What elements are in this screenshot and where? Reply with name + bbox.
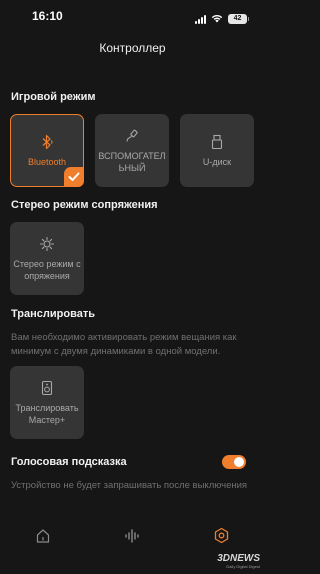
status-icons: 42 [195,10,249,28]
speaker-icon [38,379,56,397]
cellular-signal-icon [195,14,206,24]
stereo-pairing-button[interactable]: Стерео режим сопряжения [10,222,84,295]
bluetooth-icon [38,133,56,151]
usb-disk-icon [208,133,226,151]
watermark-logo: 3DNEWS Daily Digital Digest [217,553,260,569]
game-mode-option-label: U-диск [202,157,232,167]
voice-prompt-description: Устройство не будет запрашивать после вы… [11,480,248,491]
game-mode-option-bluetooth[interactable]: Bluetooth [10,114,84,187]
tab-controller[interactable] [211,527,231,549]
broadcast-description: Вам необходимо активировать режим вещани… [11,332,237,357]
game-mode-option-aux[interactable]: ВСПОМОГАТЕЛЬНЫЙ [95,114,169,187]
game-mode-option-label: Bluetooth [27,157,67,167]
broadcast-master-label: Транслировать Мастер+ [15,403,79,425]
game-mode-heading: Игровой режим [11,91,96,103]
wifi-icon [211,10,223,28]
status-bar: 16:10 42 [0,0,265,32]
game-mode-option-label: ВСПОМОГАТЕЛЬНЫЙ [98,151,166,173]
tab-home[interactable] [33,528,53,548]
stereo-pairing-label: Стерео режим сопряжения [13,259,81,281]
broadcast-master-button[interactable]: Транслировать Мастер+ [10,366,84,439]
voice-prompt-heading: Голосовая подсказка [11,456,127,468]
selected-check-icon [64,167,84,187]
watermark-logo-text: 3DNEWS [217,553,260,564]
tab-equalizer[interactable] [122,528,142,548]
status-time: 16:10 [32,9,63,23]
toggle-knob [234,457,244,467]
sound-wave-icon [124,528,140,549]
cable-icon [123,127,141,145]
game-mode-option-usb-disk[interactable]: U-диск [180,114,254,187]
battery-icon: 42 [228,14,249,24]
voice-prompt-toggle[interactable] [222,455,246,469]
watermark-tagline: Daily Digital Digest [226,564,260,569]
stereo-pairing-heading: Стерео режим сопряжения [11,199,158,211]
home-icon [35,528,51,549]
hexagon-gear-icon [213,527,230,549]
stereo-pair-icon [38,235,56,253]
broadcast-heading: Транслировать [11,308,95,320]
page-title: Контроллер [99,41,166,55]
